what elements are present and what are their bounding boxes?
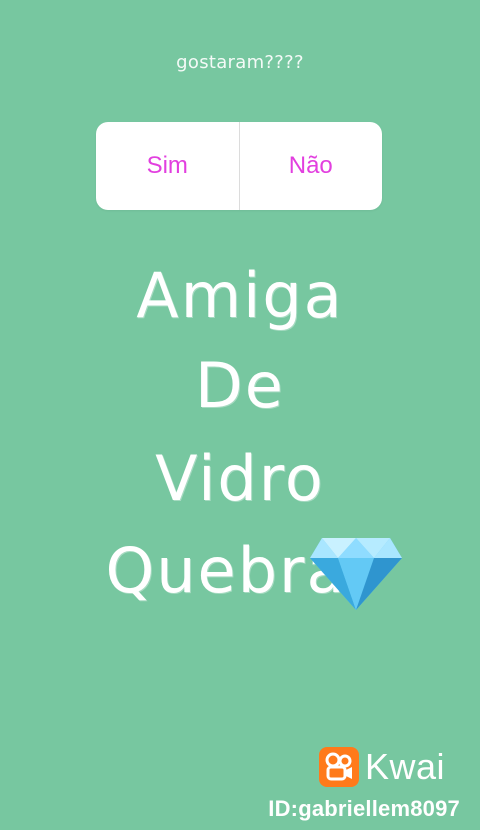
overlay-text-line-3: Vidro — [155, 442, 325, 515]
poll-question: gostaram???? — [176, 52, 304, 73]
poll-option-yes[interactable]: Sim — [96, 122, 239, 210]
poll-sticker: Sim Não — [96, 122, 382, 210]
kwai-user-id: ID:gabriellem8097 — [268, 796, 460, 821]
overlay-text-line-2: De — [195, 349, 285, 422]
gem-stone-icon — [310, 538, 402, 610]
overlay-text-line-1: Amiga — [136, 259, 344, 332]
kwai-camera-icon — [319, 747, 359, 787]
poll-option-no[interactable]: Não — [240, 122, 383, 210]
kwai-brand-text: Kwai — [365, 746, 446, 787]
kwai-logo: Kwai — [319, 746, 445, 788]
